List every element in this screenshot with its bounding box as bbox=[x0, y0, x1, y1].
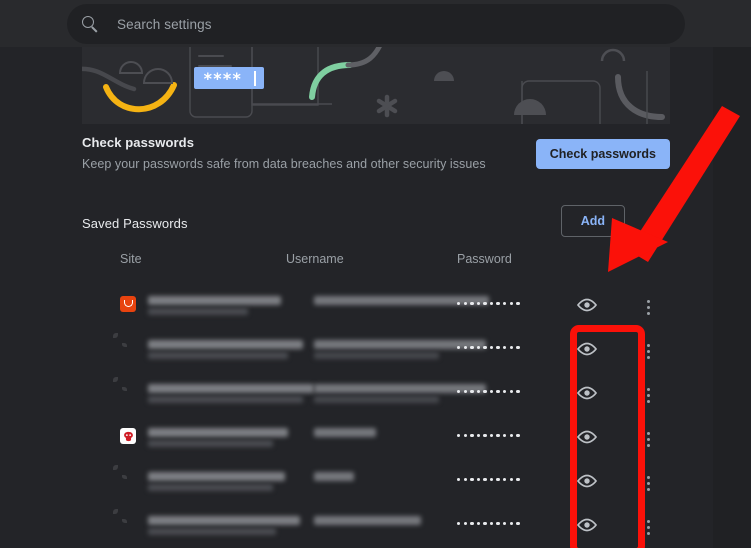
eye-icon[interactable] bbox=[576, 385, 598, 401]
kebab-menu-icon[interactable] bbox=[652, 213, 670, 233]
kebab-menu-icon[interactable] bbox=[639, 429, 657, 449]
username-value-secondary bbox=[314, 352, 439, 359]
eye-icon[interactable] bbox=[576, 341, 598, 357]
site-value-secondary bbox=[148, 308, 248, 315]
kebab-menu-icon[interactable] bbox=[639, 385, 657, 405]
kebab-menu-icon[interactable] bbox=[639, 297, 657, 317]
add-password-button[interactable]: Add bbox=[560, 205, 625, 237]
site-value-secondary bbox=[148, 484, 273, 491]
hero-graphic: **** bbox=[82, 47, 670, 124]
site-value bbox=[148, 516, 300, 525]
top-bar: Search settings bbox=[0, 0, 751, 47]
username-value bbox=[314, 516, 421, 525]
search-input[interactable]: Search settings bbox=[67, 4, 685, 44]
site-value-secondary bbox=[148, 528, 276, 535]
settings-content: **** Check passwords Keep your passwords… bbox=[0, 47, 713, 548]
site-value bbox=[148, 472, 285, 481]
page-right-gutter bbox=[713, 47, 751, 548]
column-header-username: Username bbox=[286, 252, 344, 266]
saved-passwords-header: Saved Passwords Add bbox=[82, 205, 670, 241]
eye-icon[interactable] bbox=[576, 297, 598, 313]
site-value bbox=[148, 384, 314, 393]
password-masked-value bbox=[457, 346, 520, 350]
search-icon bbox=[82, 15, 99, 33]
password-masked-value bbox=[457, 302, 520, 306]
site-value-secondary bbox=[148, 352, 288, 359]
table-header: Site Username Password bbox=[82, 252, 670, 280]
orange-app-icon bbox=[120, 296, 136, 312]
table-row[interactable] bbox=[82, 329, 670, 373]
settings-passwords-page: Search settings **** Check passwords Kee… bbox=[0, 0, 751, 548]
username-value bbox=[314, 428, 376, 437]
table-row[interactable] bbox=[82, 505, 670, 548]
kebab-menu-icon[interactable] bbox=[639, 517, 657, 537]
username-value-secondary bbox=[314, 396, 439, 403]
eye-icon[interactable] bbox=[576, 517, 598, 533]
table-row[interactable] bbox=[82, 461, 670, 505]
site-value bbox=[148, 428, 288, 437]
saved-passwords-title: Saved Passwords bbox=[82, 215, 188, 231]
kebab-menu-icon[interactable] bbox=[639, 473, 657, 493]
site-value bbox=[148, 296, 281, 305]
eye-icon[interactable] bbox=[576, 473, 598, 489]
passwords-hero-illustration: **** bbox=[82, 47, 670, 124]
red-shield-icon bbox=[120, 428, 136, 444]
table-row[interactable] bbox=[82, 417, 670, 461]
site-value bbox=[148, 340, 303, 349]
table-row[interactable] bbox=[82, 373, 670, 417]
username-value bbox=[314, 472, 354, 481]
password-masked-value bbox=[457, 522, 520, 526]
search-placeholder: Search settings bbox=[117, 16, 212, 32]
password-list bbox=[82, 285, 670, 548]
column-header-site: Site bbox=[120, 252, 142, 266]
check-passwords-button[interactable]: Check passwords bbox=[535, 139, 670, 169]
column-header-password: Password bbox=[457, 252, 512, 266]
svg-text:****: **** bbox=[203, 69, 242, 88]
site-value-secondary bbox=[148, 440, 273, 447]
site-value-secondary bbox=[148, 396, 303, 403]
check-passwords-section: Check passwords Keep your passwords safe… bbox=[82, 135, 670, 191]
kebab-menu-icon[interactable] bbox=[639, 341, 657, 361]
password-masked-value bbox=[457, 434, 520, 438]
password-masked-value bbox=[457, 478, 520, 482]
eye-icon[interactable] bbox=[576, 429, 598, 445]
password-masked-value bbox=[457, 390, 520, 394]
table-row[interactable] bbox=[82, 285, 670, 329]
